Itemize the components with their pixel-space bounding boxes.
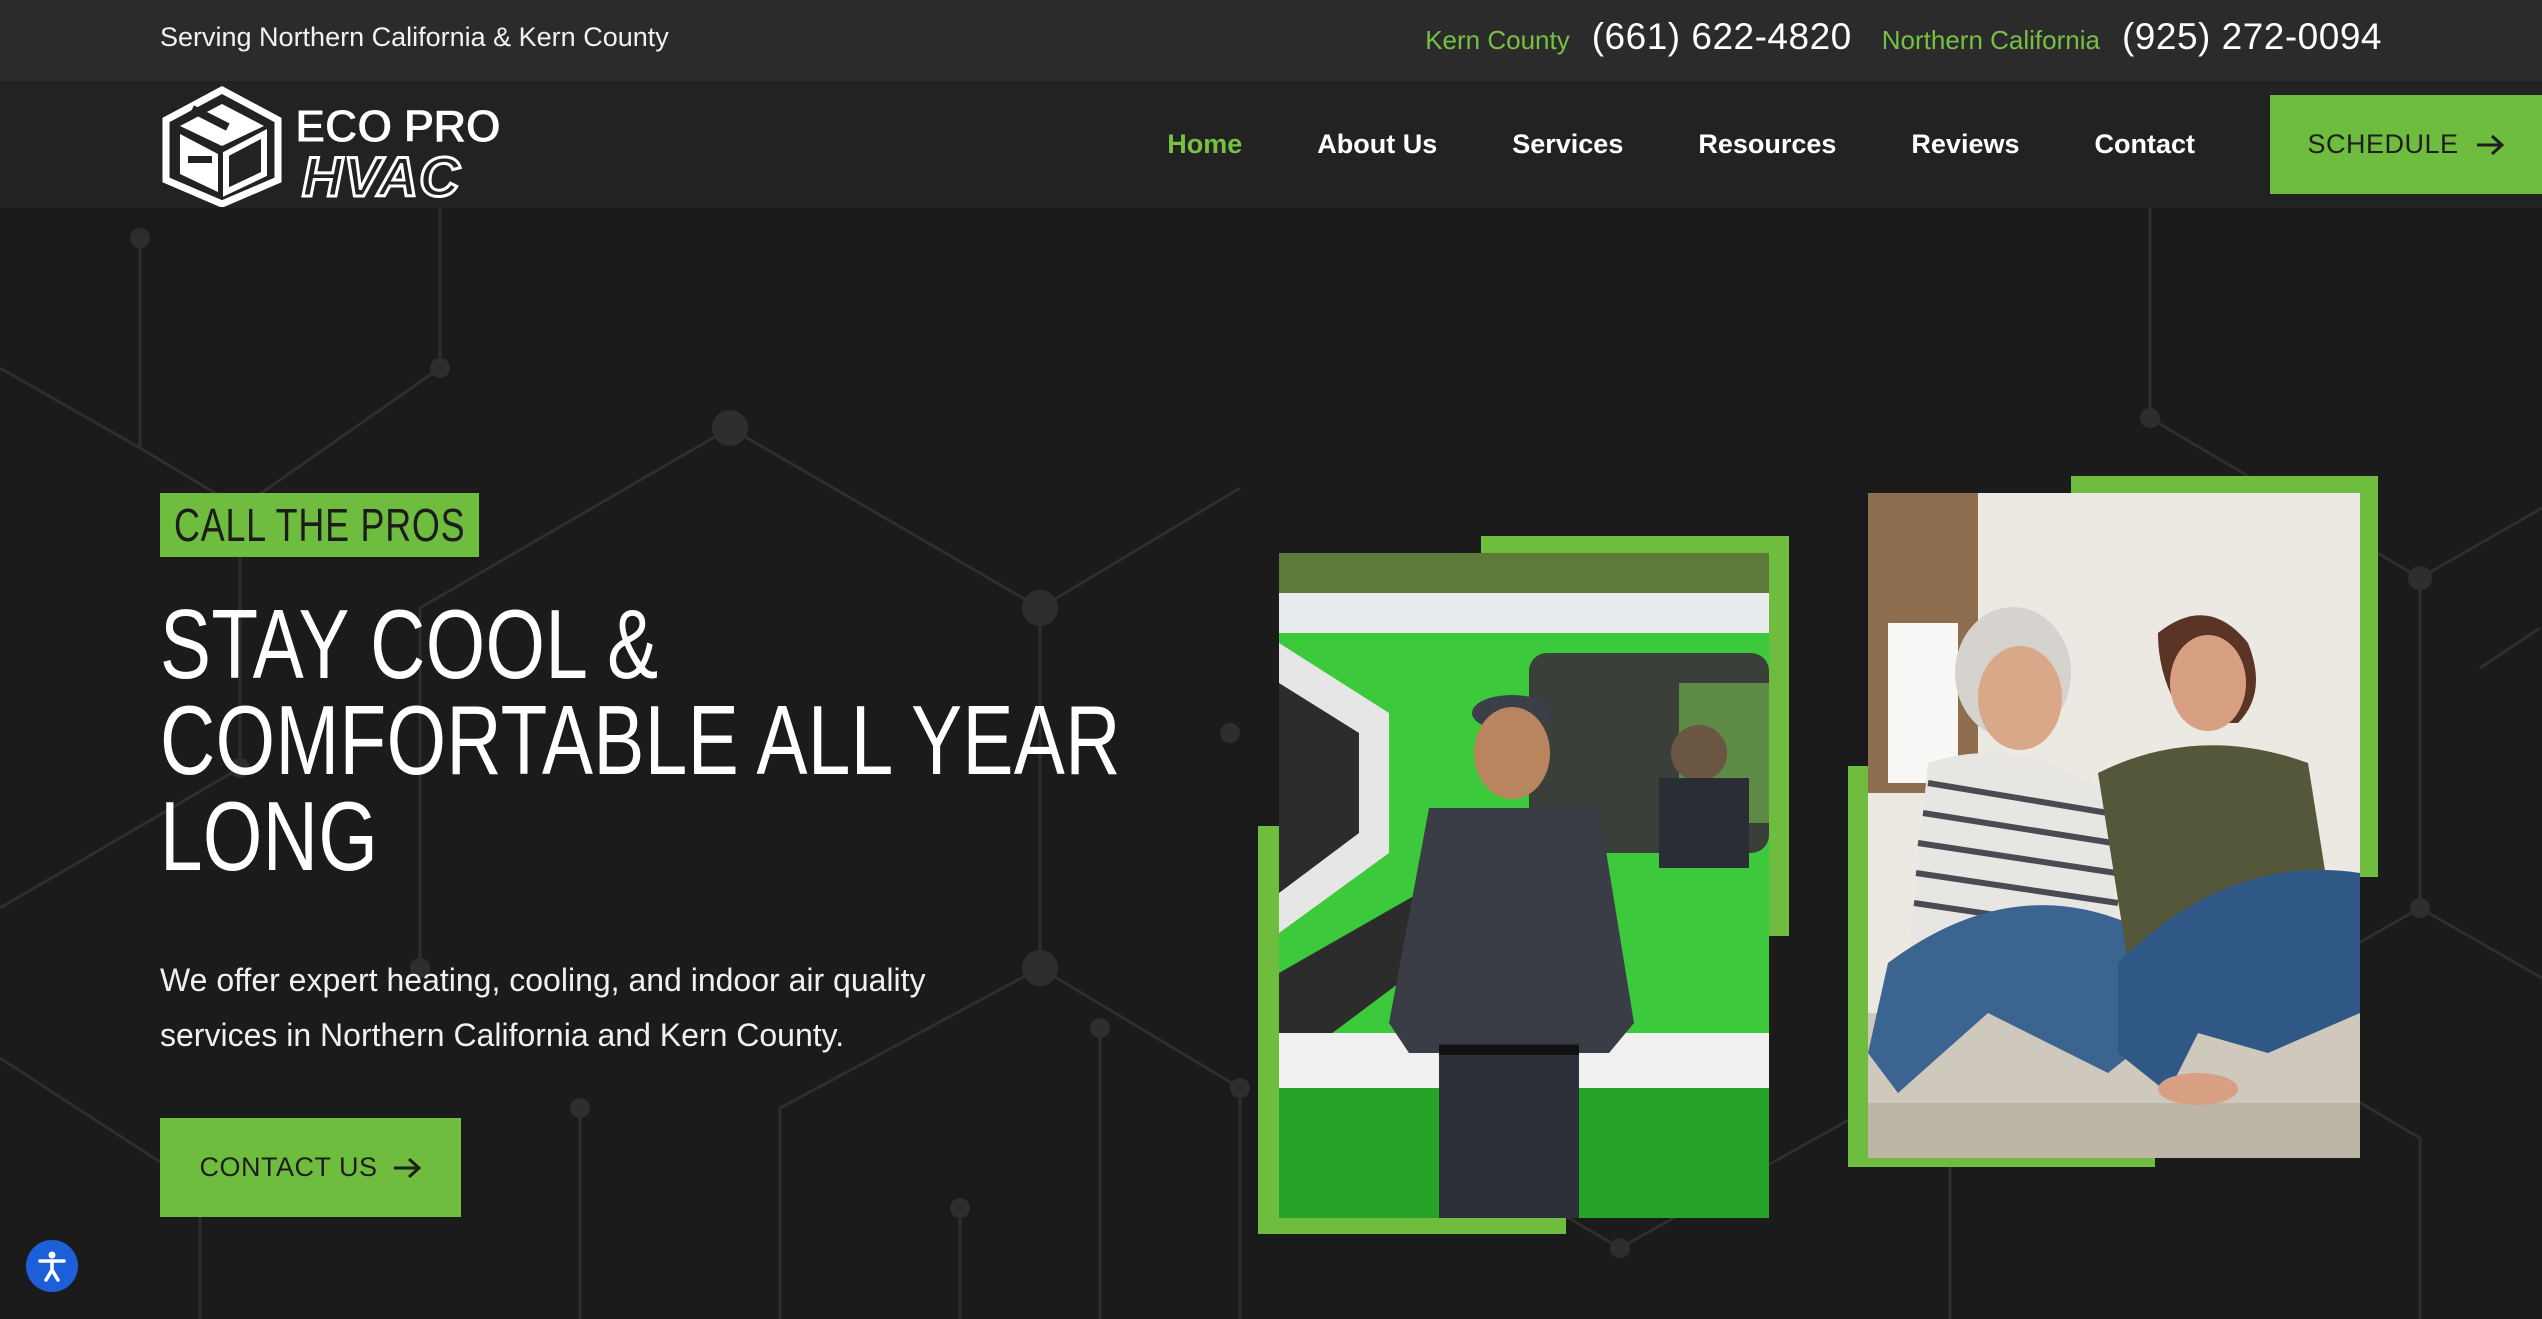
accessibility-icon [38, 1251, 66, 1282]
nav-services[interactable]: Services [1512, 129, 1623, 160]
hero-section: CALL THE PROS STAY COOL & COMFORTABLE AL… [0, 208, 2542, 1319]
schedule-label: SCHEDULE [2307, 129, 2459, 159]
eyebrow-tag: CALL THE PROS [160, 493, 480, 557]
hero-headline: STAY COOL & COMFORTABLE ALL YEAR LONG [160, 589, 1121, 891]
region-kern-county: Kern County [1425, 25, 1570, 55]
contact-us-button[interactable]: CONTACT US [160, 1118, 461, 1217]
arrow-right-icon [2476, 134, 2504, 155]
nav-home[interactable]: Home [1167, 129, 1242, 160]
family-photo [1868, 493, 2360, 1158]
service-area-text: Serving Northern California & Kern Count… [160, 22, 669, 52]
headline-line-2: COMFORTABLE ALL YEAR [160, 685, 1121, 795]
top-bar: Serving Northern California & Kern Count… [0, 0, 2542, 81]
nav-about-us[interactable]: About Us [1317, 129, 1437, 160]
phone-contacts: Kern County (661) 622-4820 Northern Cali… [1425, 16, 2382, 58]
nav-reviews[interactable]: Reviews [1911, 129, 2019, 160]
accessibility-button[interactable] [26, 1240, 78, 1292]
main-nav: Home About Us Services Resources Reviews… [1167, 81, 2542, 208]
women-on-couch-image [1868, 493, 2360, 1158]
phone-link-kern[interactable]: (661) 622-4820 [1592, 16, 1852, 58]
logo-text-hvac: HVAC [302, 145, 461, 207]
technician-van-image [1279, 553, 1769, 1218]
site-logo[interactable]: ECO PRO HVAC [160, 84, 545, 210]
headline-line-3: LONG [160, 781, 379, 891]
nav-resources[interactable]: Resources [1698, 129, 1836, 160]
arrow-right-icon [393, 1157, 421, 1178]
region-northern-california: Northern California [1881, 25, 2100, 55]
intro-line-2: services in Northern California and Kern… [160, 1017, 845, 1053]
contact-us-label: CONTACT US [199, 1152, 378, 1182]
site-header: ECO PRO HVAC Home About Us Services Reso… [0, 81, 2542, 210]
technician-photo [1279, 553, 1769, 1218]
phone-link-norcal[interactable]: (925) 272-0094 [2122, 16, 2382, 58]
nav-contact[interactable]: Contact [2095, 129, 2196, 160]
intro-line-1: We offer expert heating, cooling, and in… [160, 962, 926, 998]
headline-line-1: STAY COOL & [160, 589, 659, 699]
logo-mark-icon: ECO PRO HVAC [162, 86, 502, 210]
hero-intro: We offer expert heating, cooling, and in… [160, 953, 980, 1063]
schedule-button[interactable]: SCHEDULE [2270, 95, 2542, 194]
